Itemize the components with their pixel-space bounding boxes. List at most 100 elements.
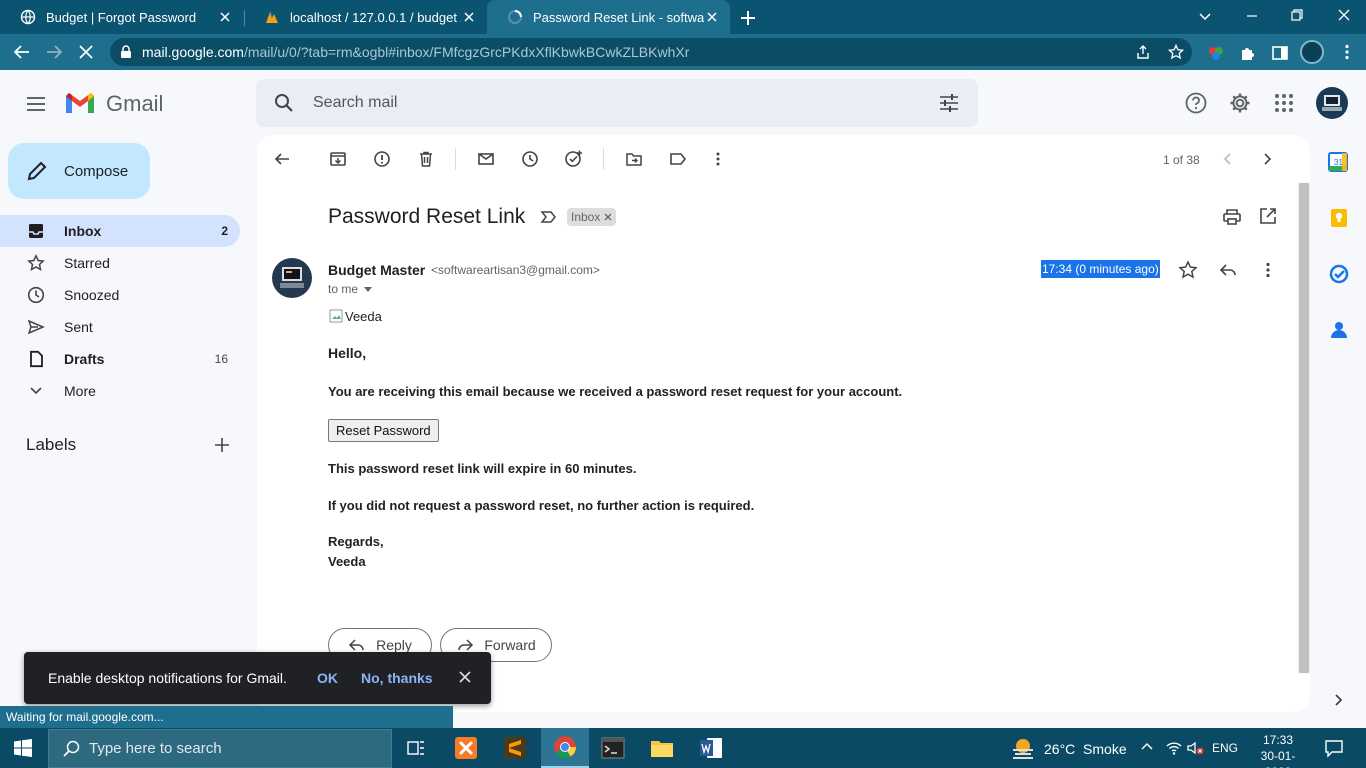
sender-avatar[interactable] [272, 258, 312, 298]
back-arrow-icon[interactable] [12, 42, 32, 62]
terminal-app-icon[interactable] [589, 728, 637, 768]
tab-title: localhost / 127.0.0.1 / budget / admin [290, 9, 461, 25]
create-label-plus-icon[interactable] [212, 435, 232, 455]
inbox-label-chip: Inbox [567, 208, 617, 226]
email-greeting: Hello, [328, 345, 367, 361]
print-icon[interactable] [1222, 207, 1242, 227]
scrollbar-thumb[interactable] [1299, 183, 1309, 673]
reset-password-button[interactable]: Reset Password [328, 419, 439, 442]
close-tab-icon[interactable] [461, 9, 477, 25]
browser-menu-icon[interactable] [1338, 43, 1356, 61]
tab-title: Budget | Forgot Password [46, 9, 197, 25]
star-email-icon[interactable] [1178, 260, 1198, 280]
label-tag-icon[interactable] [668, 149, 688, 169]
search-bar[interactable]: Search mail [256, 79, 978, 127]
snooze-clock-icon[interactable] [520, 149, 540, 169]
archive-icon[interactable] [328, 149, 348, 169]
more-options-icon[interactable] [708, 149, 728, 169]
calendar-icon[interactable]: 31 [1328, 152, 1348, 172]
taskbar-clock[interactable]: 17:33 30-01-2023 [1249, 732, 1307, 768]
windows-start-icon[interactable] [14, 739, 32, 757]
input-language[interactable]: ENG [1212, 741, 1238, 755]
notification-dismiss-button[interactable]: No, thanks [361, 670, 433, 686]
browser-profile-avatar[interactable] [1300, 40, 1324, 64]
send-icon [26, 317, 46, 337]
close-notification-icon[interactable] [458, 670, 472, 684]
weather-icon[interactable] [1010, 736, 1036, 760]
color-extension-icon[interactable] [1207, 44, 1225, 62]
settings-gear-icon[interactable] [1228, 91, 1252, 115]
delete-trash-icon[interactable] [416, 149, 436, 169]
bookmark-star-icon[interactable] [1168, 44, 1184, 60]
sidebar-item-sent[interactable]: Sent [0, 311, 240, 343]
share-icon[interactable] [1135, 44, 1151, 60]
older-chevron-right-icon[interactable] [1259, 150, 1275, 168]
search-icon[interactable] [274, 93, 294, 113]
notification-ok-button[interactable]: OK [317, 670, 338, 686]
compose-button[interactable]: Compose [8, 143, 150, 199]
tab-phpmyadmin[interactable]: localhost / 127.0.0.1 / budget / admin [244, 0, 487, 34]
sidebar-item-inbox[interactable]: Inbox 2 [0, 215, 240, 247]
chrome-app-icon[interactable] [541, 728, 589, 768]
move-to-folder-icon[interactable] [624, 149, 644, 169]
minimize-window-icon[interactable] [1243, 7, 1261, 25]
details-caret-down-icon[interactable] [362, 284, 374, 294]
close-tab-icon[interactable] [704, 9, 720, 25]
address-bar[interactable]: mail.google.com/mail/u/0/?tab=rm&ogbl#in… [110, 38, 1192, 66]
main-menu-icon[interactable] [24, 92, 48, 116]
toolbar-divider [455, 148, 456, 170]
expand-side-panel-chevron-icon[interactable] [1330, 691, 1346, 709]
task-view-icon[interactable] [392, 728, 440, 768]
tab-budget-forgot-password[interactable]: Budget | Forgot Password [0, 0, 243, 34]
file-explorer-app-icon[interactable] [638, 728, 686, 768]
chevron-down-icon [26, 381, 46, 401]
sidebar-item-label: Drafts [64, 351, 105, 367]
email-regards: Regards, [328, 534, 384, 549]
add-to-tasks-icon[interactable] [564, 149, 584, 169]
forward-arrow-icon[interactable] [44, 42, 64, 62]
volume-muted-icon[interactable] [1186, 739, 1204, 757]
message-more-options-icon[interactable] [1258, 260, 1278, 280]
search-options-icon[interactable] [938, 93, 960, 113]
sidebar-item-more[interactable]: More [0, 375, 240, 407]
notifications-center-icon[interactable] [1324, 738, 1344, 758]
sublime-text-app-icon[interactable] [491, 728, 539, 768]
sender-email: <softwareartisan3@gmail.com> [431, 263, 600, 277]
account-avatar[interactable] [1316, 87, 1348, 119]
report-spam-icon[interactable] [372, 149, 392, 169]
network-wifi-icon[interactable] [1165, 739, 1183, 757]
new-tab-icon[interactable] [738, 8, 758, 28]
xampp-app-icon[interactable] [442, 728, 490, 768]
mark-unread-mail-icon[interactable] [476, 149, 496, 169]
tab-search-chevron-icon[interactable] [1196, 7, 1214, 25]
word-app-icon[interactable] [687, 728, 735, 768]
loading-spinner-icon [507, 9, 523, 25]
reply-arrow-icon[interactable] [1218, 260, 1238, 280]
close-tab-icon[interactable] [217, 9, 233, 25]
remove-label-x-icon[interactable] [604, 213, 612, 221]
close-window-icon[interactable] [1335, 6, 1353, 24]
tab-title: Password Reset Link - softwareartisan3@g… [533, 9, 704, 25]
restore-window-icon[interactable] [1288, 6, 1306, 24]
sidebar-item-drafts[interactable]: Drafts 16 [0, 343, 240, 375]
importance-marker-icon[interactable] [540, 208, 558, 226]
gmail-logo-icon[interactable] [64, 90, 96, 116]
taskbar-search-icon [63, 740, 81, 758]
tasks-icon[interactable] [1329, 264, 1349, 284]
extensions-puzzle-icon[interactable] [1239, 44, 1257, 62]
back-to-inbox-icon[interactable] [272, 149, 292, 169]
tab-password-reset-link[interactable]: Password Reset Link - softwareartisan3@g… [487, 0, 730, 34]
sidebar-item-snoozed[interactable]: Snoozed [0, 279, 240, 311]
support-icon[interactable] [1184, 91, 1208, 115]
show-hidden-icons-chevron-icon[interactable] [1140, 740, 1154, 754]
apps-grid-icon[interactable] [1272, 91, 1296, 115]
open-in-new-window-icon[interactable] [1259, 207, 1277, 225]
sidebar-item-label: Sent [64, 319, 93, 335]
contacts-icon[interactable] [1330, 320, 1348, 340]
side-panel-icon[interactable] [1271, 44, 1289, 62]
newer-chevron-left-icon[interactable] [1220, 150, 1236, 168]
stop-loading-icon[interactable] [76, 42, 96, 62]
sidebar-item-starred[interactable]: Starred [0, 247, 240, 279]
taskbar-search-box[interactable]: Type here to search [48, 729, 392, 768]
keep-notes-icon[interactable] [1330, 208, 1348, 228]
